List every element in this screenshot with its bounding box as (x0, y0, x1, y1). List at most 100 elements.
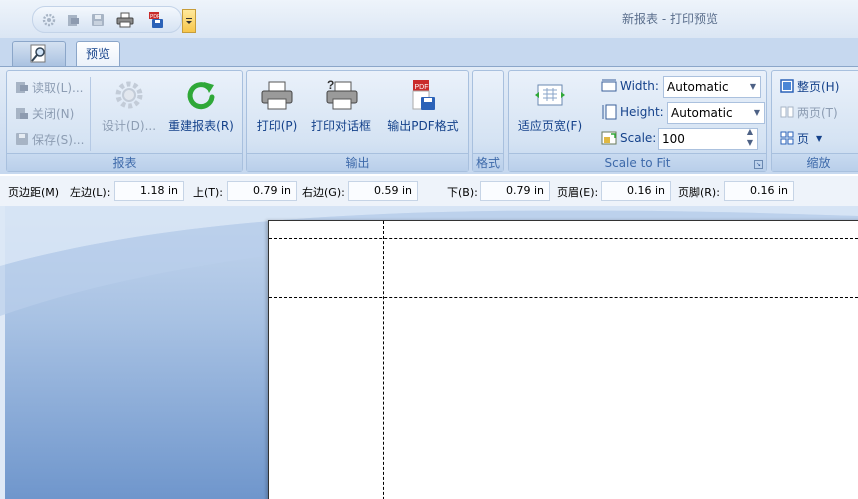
left-margin-label: 左边(L): (70, 186, 111, 199)
separator (90, 77, 91, 151)
save-icon (16, 133, 28, 145)
export-pdf-icon[interactable]: PDF (146, 11, 166, 29)
fit-page-width-label: 适应页宽(F) (517, 119, 583, 133)
print-button[interactable]: 打印(P) (253, 77, 301, 139)
scale-to-fit-group-label: Scale to Fit (509, 153, 766, 171)
settings-gear-icon[interactable] (39, 11, 59, 29)
top-margin-label: 上(T): (193, 186, 224, 199)
export-pdf-label: 输出PDF格式 (387, 119, 459, 133)
pages-label: 页 (797, 131, 810, 146)
print-dialog-icon: ? (326, 78, 358, 110)
design-button[interactable]: 设计(D)... (101, 77, 157, 139)
header-margin-label: 页眉(E): (557, 186, 599, 199)
whole-page-icon (780, 79, 794, 93)
fit-width-icon (535, 84, 565, 106)
margin-bar: 页边距(M) 左边(L): 1.18 in 上(T): 0.79 in 右边(G… (0, 176, 858, 206)
spinner-arrows-icon[interactable]: ▲ ▼ (747, 126, 753, 148)
footer-margin-label: 页脚(R): (678, 186, 720, 199)
two-pages-icon (780, 106, 794, 118)
printer-icon[interactable] (115, 11, 135, 29)
customize-toolbar-dropdown[interactable] (182, 9, 196, 33)
save-disk-icon[interactable] (88, 11, 108, 29)
header-margin-guide[interactable] (269, 238, 858, 239)
zoom-group-label: 缩放 (772, 153, 858, 171)
magnifier-page-icon (30, 44, 46, 63)
height-value: Automatic (671, 106, 733, 120)
chevron-down-icon: ▼ (816, 133, 823, 143)
design-gear-icon (115, 81, 143, 109)
printer-icon (261, 81, 293, 110)
left-margin-guide[interactable] (383, 221, 384, 499)
right-margin-input[interactable]: 0.59 in (348, 181, 418, 201)
whole-page-button[interactable]: 整页(H) (780, 76, 839, 96)
window-title: 新报表 - 打印预览 (622, 12, 718, 26)
load-icon (16, 82, 28, 93)
load-button[interactable]: 读取(L)... (15, 77, 84, 97)
refresh-icon (187, 82, 215, 110)
height-control: Height: (601, 102, 664, 122)
report-page[interactable] (268, 220, 858, 499)
scale-spinner[interactable]: 100 ▲ ▼ (658, 126, 758, 150)
top-margin-guide[interactable] (269, 297, 858, 298)
zoom-group: 整页(H) 两页(T) 页 ▼ 缩放 (771, 70, 858, 172)
chevron-down-icon: ▼ (753, 108, 760, 117)
two-pages-label: 两页(T) (797, 105, 838, 120)
height-icon (602, 104, 617, 120)
svg-text:PDF: PDF (415, 84, 429, 91)
output-group: 打印(P) ? 打印对话框 PDF 输出PDF格式 输出 (246, 70, 469, 172)
format-group: 格式 (472, 70, 504, 172)
scale-to-fit-group: 适应页宽(F) Width: Automatic ▼ Height: Autom… (508, 70, 767, 172)
chevron-down-icon (186, 18, 192, 24)
width-label: Width: (620, 79, 659, 93)
scale-value: 100 (662, 132, 685, 146)
print-label: 打印(P) (256, 119, 298, 133)
ribbon: 读取(L)... 关闭(N) 保存(S)... 设计(D)... 重建报表(R)… (0, 66, 858, 174)
pages-button[interactable]: 页 ▼ (780, 128, 822, 148)
left-margin-input[interactable]: 1.18 in (114, 181, 184, 201)
rebuild-report-button[interactable]: 重建报表(R) (165, 77, 237, 139)
scale-label: Scale: (620, 131, 657, 145)
close-button[interactable]: 关闭(N) (15, 103, 74, 123)
format-group-label: 格式 (473, 153, 503, 171)
svg-text:?: ? (327, 78, 334, 92)
chevron-down-icon: ▼ (749, 82, 756, 91)
width-select[interactable]: Automatic ▼ (663, 76, 761, 98)
preview-area[interactable] (0, 206, 858, 499)
print-dialog-button[interactable]: ? 打印对话框 (309, 77, 373, 139)
save-button[interactable]: 保存(S)... (15, 129, 84, 149)
rebuild-report-label: 重建报表(R) (168, 119, 234, 133)
width-icon (601, 79, 617, 92)
height-select[interactable]: Automatic ▼ (667, 102, 765, 124)
save-label: 保存(S)... (32, 132, 85, 147)
quick-access-toolbar: PDF (32, 6, 182, 33)
close-report-icon (16, 108, 28, 119)
scale-control: Scale: (601, 128, 656, 148)
whole-page-label: 整页(H) (797, 79, 840, 94)
output-group-label: 输出 (247, 153, 468, 171)
right-margin-label: 右边(G): (302, 186, 345, 199)
scale-icon (601, 131, 617, 145)
report-group: 读取(L)... 关闭(N) 保存(S)... 设计(D)... 重建报表(R)… (6, 70, 243, 172)
tab-preview[interactable]: 预览 (76, 41, 120, 67)
print-dialog-label: 打印对话框 (310, 119, 371, 133)
fit-page-width-button[interactable]: 适应页宽(F) (515, 77, 585, 139)
export-pdf-button[interactable]: PDF 输出PDF格式 (385, 77, 461, 139)
ribbon-tab-row: 预览 (0, 38, 858, 67)
header-margin-input[interactable]: 0.16 in (601, 181, 671, 201)
close-label: 关闭(N) (32, 106, 75, 121)
width-value: Automatic (667, 80, 729, 94)
report-group-label: 报表 (7, 153, 242, 171)
height-label: Height: (620, 105, 664, 119)
bottom-margin-input[interactable]: 0.79 in (480, 181, 550, 201)
two-pages-button[interactable]: 两页(T) (780, 102, 838, 122)
footer-margin-input[interactable]: 0.16 in (724, 181, 794, 201)
bottom-margin-label: 下(B): (447, 186, 478, 199)
multi-page-icon (780, 131, 794, 145)
application-menu-button[interactable] (12, 41, 66, 66)
pdf-save-icon: PDF (412, 80, 435, 110)
open-report-icon[interactable] (63, 11, 83, 29)
design-label: 设计(D)... (101, 119, 157, 133)
width-control: Width: (601, 76, 659, 96)
top-margin-input[interactable]: 0.79 in (227, 181, 297, 201)
dialog-launcher-icon[interactable]: ↘ (754, 160, 763, 169)
